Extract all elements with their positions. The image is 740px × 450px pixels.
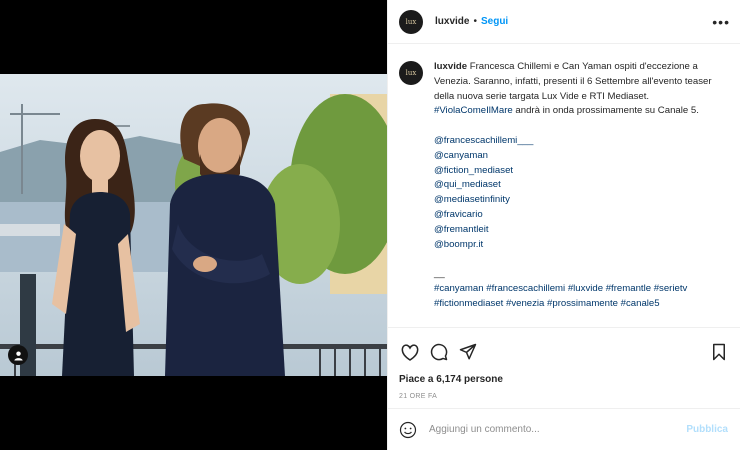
- post-header: lux luxvide • Segui •••: [388, 0, 740, 44]
- caption-area: lux luxvide Francesca Chillemi e Can Yam…: [388, 45, 740, 327]
- mention-link[interactable]: @canyaman: [434, 149, 726, 164]
- comment-icon[interactable]: [428, 341, 450, 363]
- avatar[interactable]: lux: [399, 9, 423, 34]
- mention-link[interactable]: @francescachillemi___: [434, 134, 726, 149]
- caption-body: luxvide Francesca Chillemi e Can Yaman o…: [434, 60, 726, 327]
- caption-username[interactable]: luxvide: [434, 61, 467, 72]
- comment-box: Pubblica: [388, 408, 740, 450]
- post-photo[interactable]: [0, 74, 387, 376]
- caption-text: Francesca Chillemi e Can Yaman ospiti d'…: [434, 61, 712, 102]
- post-sidebar: lux luxvide • Segui ••• lux luxvide Fran…: [387, 0, 740, 450]
- hashtags-line[interactable]: #fictionmediaset #venezia #prossimamente…: [434, 297, 726, 312]
- mention-link[interactable]: @mediasetinfinity: [434, 193, 726, 208]
- post-timestamp[interactable]: 21 ORE FA: [388, 393, 740, 400]
- comment-input[interactable]: [429, 424, 687, 435]
- tagged-users-button[interactable]: [8, 345, 28, 365]
- bookmark-icon[interactable]: [708, 341, 730, 363]
- header-separator: •: [473, 16, 477, 27]
- follow-button[interactable]: Segui: [481, 16, 508, 27]
- caption-text-after: andrà in onda prossimamente su Canale 5.: [515, 105, 699, 117]
- photo-illustration: [0, 74, 387, 376]
- heart-icon[interactable]: [399, 341, 421, 363]
- media-panel: [0, 0, 387, 450]
- post-footer: Piace a 6,174 persone 21 ORE FA: [388, 327, 740, 400]
- mention-link[interactable]: @qui_mediaset: [434, 178, 726, 193]
- action-bar: [388, 328, 740, 376]
- mention-link[interactable]: @fiction_mediaset: [434, 164, 726, 179]
- header-username[interactable]: luxvide: [435, 16, 469, 27]
- mention-link[interactable]: @fremantleit: [434, 223, 726, 238]
- hashtag-link[interactable]: #ViolaComeIlMare: [434, 105, 513, 116]
- emoji-icon[interactable]: [399, 421, 417, 439]
- likes-count[interactable]: Piace a 6,174 persone: [388, 374, 740, 385]
- hashtags-line[interactable]: #canyaman #francescachillemi #luxvide #f…: [434, 282, 726, 297]
- caption-avatar[interactable]: lux: [399, 61, 423, 85]
- send-icon[interactable]: [457, 341, 479, 363]
- instagram-post: lux luxvide • Segui ••• lux luxvide Fran…: [0, 0, 740, 450]
- user-tag-icon: [13, 350, 23, 361]
- more-options-icon[interactable]: •••: [712, 14, 730, 30]
- mention-link[interactable]: @fravicario: [434, 208, 726, 223]
- mention-link[interactable]: @boompr.it: [434, 238, 726, 253]
- publish-button[interactable]: Pubblica: [686, 424, 728, 435]
- caption-divider: __: [434, 268, 445, 280]
